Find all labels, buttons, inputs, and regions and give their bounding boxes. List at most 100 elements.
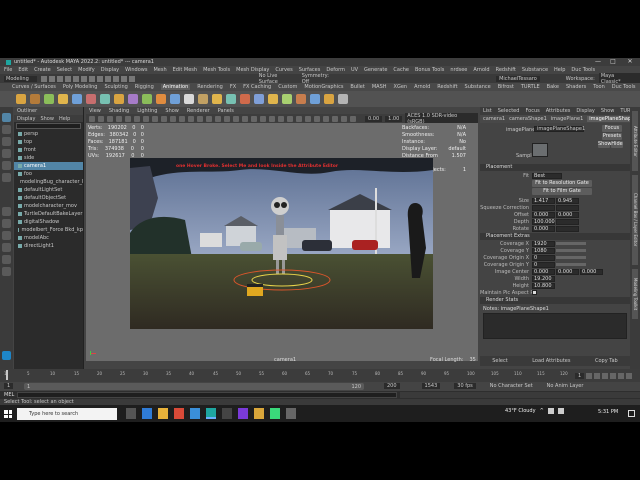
viewport-tool-icon[interactable] [224,115,230,122]
viewport-tool-icon[interactable] [143,115,149,122]
shelf-tool-icon[interactable] [240,94,250,104]
ae-copy-tab-button[interactable]: Copy Tab [595,358,618,364]
viewport-tool-icon[interactable] [251,115,257,122]
outliner-item[interactable]: modelcharacter_mov [14,202,83,210]
shelf-tool-icon[interactable] [44,94,54,104]
viewport-tool-icon[interactable] [125,115,131,122]
attr-slider[interactable] [556,263,586,266]
anim-layer-dropdown[interactable]: No Anim Layer [547,383,584,389]
shelf-tool-icon[interactable] [72,94,82,104]
range-max-field[interactable]: 1543 [421,383,441,389]
viewport-tool-icon[interactable] [287,115,293,122]
attr-slider[interactable] [556,256,586,259]
shelf-tool-icon[interactable] [58,94,68,104]
shelf-tool-icon[interactable] [30,94,40,104]
shelf-tool-icon[interactable] [282,94,292,104]
image-plane[interactable] [130,158,433,329]
shelf-tab-bullet[interactable]: Bullet [350,84,364,90]
attr-field[interactable] [532,204,555,211]
shelf-tool-icon[interactable] [254,94,264,104]
attr-field[interactable]: 0 [532,261,555,268]
go-to-end-icon[interactable] [626,372,633,379]
fit-resolution-gate-button[interactable]: Fit to Resolution Gate [532,180,592,187]
viewport-tool-icon[interactable] [170,115,176,122]
notes-field[interactable] [483,313,627,339]
tray-chevron-icon[interactable]: ^ [540,408,544,414]
menu-file[interactable]: File [4,67,12,73]
shelf-tool-icon[interactable] [100,94,110,104]
scale-tool-icon[interactable] [2,173,11,182]
placement-section-header[interactable]: Placement [480,164,630,171]
play-back-icon[interactable] [602,372,609,379]
viewport-tool-icon[interactable] [305,115,311,122]
range-slider[interactable]: 1 120 [24,383,364,390]
viewport-tool-icon[interactable] [116,115,122,122]
four-view-icon[interactable] [2,219,11,228]
outliner-item[interactable]: modelAbc [14,234,83,242]
shelf-tool-icon[interactable] [268,94,278,104]
app-icon-2[interactable] [190,408,200,419]
current-frame-field[interactable]: 1 [575,372,585,379]
shelf-tool-icon[interactable] [170,94,180,104]
height-field[interactable]: 10.800 [532,282,555,289]
viewport-menu-renderer[interactable]: Renderer [187,108,210,114]
shelf-tool-icon[interactable] [184,94,194,104]
shelf-tab-mash[interactable]: MASH [372,84,387,90]
shelf-tab-bifrost[interactable]: Bifrost [498,84,514,90]
ae-menu-show[interactable]: Show [601,108,615,114]
viewport-tool-icon[interactable] [206,115,212,122]
menu-windows[interactable]: Windows [125,67,147,73]
viewport-menu-show[interactable]: Show [165,108,179,114]
menu-uv[interactable]: UV [351,67,358,73]
shelf-tool-icon[interactable] [142,94,152,104]
character-set-dropdown[interactable]: No Character Set [490,383,533,389]
outliner-search-input[interactable] [16,123,81,129]
maximize-button[interactable]: □ [607,58,619,66]
persp-outliner-icon[interactable] [2,231,11,240]
maya-taskbar-icon[interactable] [206,408,216,419]
menu-select[interactable]: Select [57,67,72,73]
app-icon-7[interactable] [286,408,296,419]
attr-field[interactable]: 0.000 [532,225,555,232]
app-icon-5[interactable] [254,408,264,419]
outliner-item[interactable]: defaultObjectSet [14,194,83,202]
viewport-menu-panels[interactable]: Panels [218,108,234,114]
shelf-tab-substance[interactable]: Substance [465,84,491,90]
render-stats-header[interactable]: Render Stats [480,297,630,304]
width-field[interactable]: 19.200 [532,275,555,282]
focus-button[interactable]: Focus [602,125,622,132]
shelf-tab-redshift[interactable]: Redshift [437,84,457,90]
menu-mesh-tools[interactable]: Mesh Tools [203,67,230,73]
file-explorer-icon[interactable] [158,408,168,419]
viewport-tool-icon[interactable] [197,115,203,122]
outliner-item[interactable]: directLight1 [14,242,83,250]
outliner-item[interactable]: top [14,138,83,146]
menu-bonus-tools[interactable]: Bonus Tools [415,67,444,73]
viewport-tool-icon[interactable] [341,115,347,122]
shelf-tool-icon[interactable] [128,94,138,104]
taskbar-clock[interactable]: 5:31 PM [598,409,618,415]
viewport-tool-icon[interactable] [242,115,248,122]
shelf-tool-icon[interactable] [212,94,222,104]
menu-substance[interactable]: Substance [522,67,548,73]
taskbar-search-input[interactable]: Type here to search [17,408,117,420]
viewport-tool-icon[interactable] [134,115,140,122]
attr-field[interactable]: 1080 [532,247,555,254]
shelf-tab-arnold[interactable]: Arnold [414,84,430,90]
mel-icon[interactable] [2,351,11,360]
play-forward-icon[interactable] [610,372,617,379]
viewport-tool-icon[interactable] [314,115,320,122]
rotate-tool-icon[interactable] [2,161,11,170]
step-forward-icon[interactable] [618,372,625,379]
image-center-x[interactable]: 0.000 [532,268,555,275]
presets-button[interactable]: Presets [602,133,622,140]
shelf-tool-icon[interactable] [156,94,166,104]
windows-start-icon[interactable] [4,410,12,418]
shelf-tab-fx-caching[interactable]: FX Caching [243,84,271,90]
attr-field[interactable]: 0.945 [556,197,579,204]
shelf-tool-icon[interactable] [198,94,208,104]
viewport-menu-view[interactable]: View [89,108,101,114]
account-button[interactable]: MichaelTessaro [496,75,540,82]
ae-select-button[interactable]: Select [492,358,507,364]
attr-field[interactable] [556,218,579,225]
